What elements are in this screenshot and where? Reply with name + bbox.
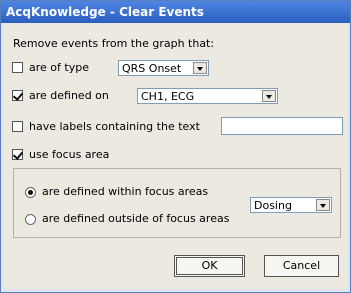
type-select[interactable]: QRS Onset	[118, 60, 209, 76]
type-label: are of type	[29, 61, 89, 74]
chevron-down-icon[interactable]	[316, 199, 330, 211]
chevron-down-icon[interactable]	[262, 90, 276, 102]
defined-on-select[interactable]: CH1, ECG	[137, 88, 278, 104]
labels-label: have labels containing the text	[29, 120, 200, 133]
dialog-body: Remove events from the graph that: are o…	[4, 23, 347, 289]
defined-on-value: CH1, ECG	[141, 90, 195, 103]
ok-button[interactable]: OK	[174, 255, 245, 277]
area-select[interactable]: Dosing	[250, 197, 332, 213]
clear-events-dialog: AcqKnowledge - Clear Events Remove event…	[0, 0, 351, 293]
type-value: QRS Onset	[122, 62, 182, 75]
labels-text-input[interactable]	[221, 117, 343, 135]
focus-label: use focus area	[29, 148, 110, 161]
intro-text: Remove events from the graph that:	[13, 37, 215, 50]
window-title: AcqKnowledge - Clear Events	[1, 1, 350, 23]
cancel-button[interactable]: Cancel	[264, 255, 339, 277]
outside-label: are defined outside of focus areas	[42, 212, 230, 225]
chevron-down-icon[interactable]	[193, 62, 207, 74]
labels-checkbox[interactable]	[12, 121, 23, 132]
within-radio[interactable]	[25, 187, 36, 198]
outside-radio[interactable]	[25, 214, 36, 225]
type-checkbox[interactable]	[12, 62, 23, 73]
area-value: Dosing	[254, 199, 292, 212]
focus-group: are defined within focus areas are defin…	[13, 168, 341, 238]
focus-checkbox[interactable]	[12, 149, 23, 160]
within-label: are defined within focus areas	[42, 185, 209, 198]
defined-on-label: are defined on	[29, 89, 109, 102]
defined-on-checkbox[interactable]	[12, 90, 23, 101]
